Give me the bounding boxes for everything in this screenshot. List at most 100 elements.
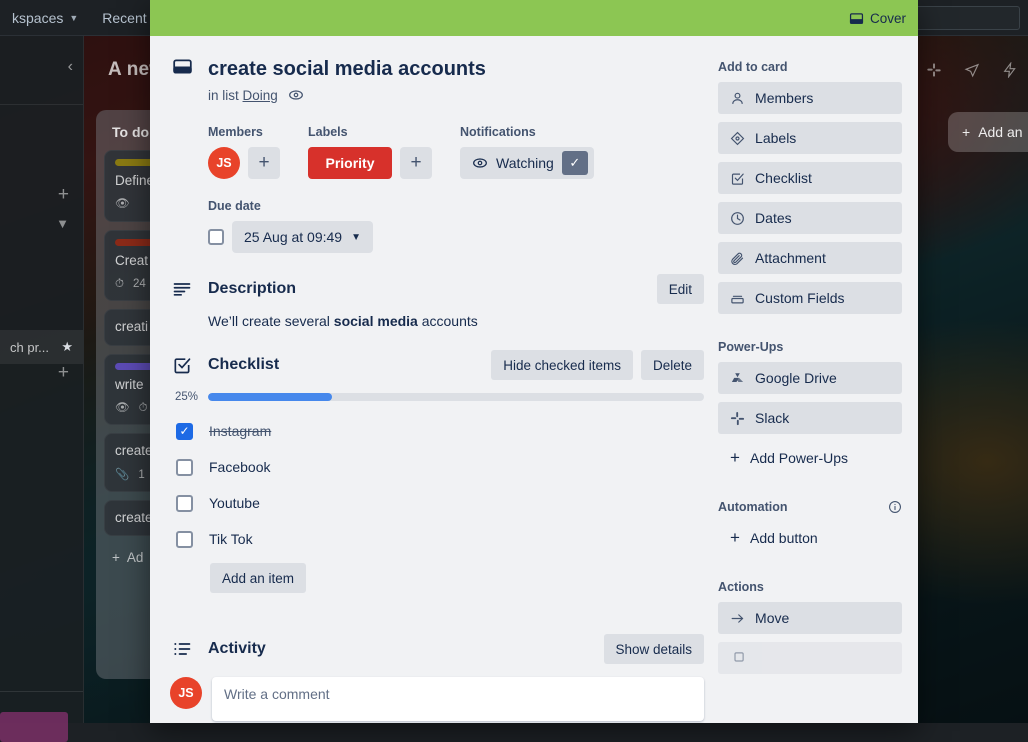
card-subtitle: in list Doing <box>208 87 486 103</box>
checklist-item[interactable]: ✓ Instagram <box>176 413 704 449</box>
sidebar-dates-button[interactable]: Dates <box>718 202 902 234</box>
sidebar-slack-button[interactable]: Slack <box>718 402 902 434</box>
card-cover: Cover <box>150 0 918 36</box>
sidebar-add-board-icon[interactable]: + <box>58 362 69 384</box>
add-label-button[interactable]: + <box>400 147 432 179</box>
add-power-ups-button[interactable]: + Add Power-Ups <box>718 442 902 474</box>
watching-button[interactable]: Watching ✓ <box>460 147 594 179</box>
sidebar-labels-label: Labels <box>755 130 796 146</box>
sidebar-members-label: Members <box>755 90 813 106</box>
sidebar-custom-fields-button[interactable]: Custom Fields <box>718 282 902 314</box>
card-title: create social media accounts <box>208 57 486 82</box>
description-section: Description Edit We’ll create several so… <box>170 279 704 329</box>
description-text-before: We’ll create several <box>208 313 334 329</box>
labels-label: Labels <box>308 125 432 139</box>
activity-title: Activity <box>208 640 266 658</box>
delete-checklist-button[interactable]: Delete <box>641 350 704 380</box>
checklist-checkbox[interactable] <box>176 459 193 476</box>
list-name-link[interactable]: Doing <box>243 88 278 103</box>
checklist-item[interactable]: Facebook <box>176 449 704 485</box>
sidebar-footer-block <box>0 712 68 742</box>
sidebar-labels-button[interactable]: Labels <box>718 122 902 154</box>
send-icon[interactable] <box>964 62 980 78</box>
person-icon <box>730 91 745 106</box>
description-text-bold: social media <box>334 313 418 329</box>
add-card-label: Ad <box>127 550 144 565</box>
arrow-right-icon <box>730 611 745 626</box>
edit-description-button[interactable]: Edit <box>657 274 704 304</box>
comment-input[interactable]: Write a comment <box>212 677 704 721</box>
checklist-progress: 25% <box>170 391 704 403</box>
slack-icon[interactable] <box>926 62 942 78</box>
plus-icon: + <box>962 124 970 140</box>
members-group: Members JS + <box>208 125 280 179</box>
eye-icon: 👁 <box>115 197 130 213</box>
nav-recent[interactable]: Recent <box>90 0 158 36</box>
board-left-sidebar: ‹ + ▼ + ch pr... ★ <box>0 36 84 723</box>
add-member-button[interactable]: + <box>248 147 280 179</box>
info-icon[interactable] <box>888 500 902 514</box>
due-date-button[interactable]: 25 Aug at 09:49 ▼ <box>232 221 373 253</box>
star-icon[interactable]: ★ <box>61 339 73 355</box>
sidebar-move-button[interactable]: Move <box>718 602 902 634</box>
checklist-checkbox[interactable] <box>176 495 193 512</box>
notifications-group: Notifications Watching ✓ <box>460 125 594 179</box>
add-to-card-heading: Add to card <box>718 60 902 74</box>
sidebar-add-icon[interactable]: + <box>58 184 69 206</box>
checklist-icon <box>170 355 194 375</box>
lightning-icon[interactable] <box>1002 62 1018 78</box>
nav-workspaces[interactable]: kspaces ▼ <box>0 0 90 36</box>
label-chip-priority[interactable]: Priority <box>308 147 392 179</box>
sidebar-project-label: ch pr... <box>10 340 49 355</box>
add-automation-button[interactable]: + Add button <box>718 522 902 554</box>
description-title: Description <box>208 280 296 298</box>
sidebar-attachment-button[interactable]: Attachment <box>718 242 902 274</box>
due-date-checkbox[interactable] <box>208 229 224 245</box>
custom-fields-icon <box>730 291 745 306</box>
checklist-checkbox[interactable] <box>176 531 193 548</box>
checklist-item-label: Instagram <box>209 423 271 439</box>
sidebar-divider <box>0 104 83 105</box>
avatar[interactable]: JS <box>208 147 240 179</box>
sidebar-google-drive-button[interactable]: Google Drive <box>718 362 902 394</box>
clock-icon: ⏱ <box>139 401 148 417</box>
sidebar-checklist-button[interactable]: Checklist <box>718 162 902 194</box>
checklist-item[interactable]: Tik Tok <box>176 521 704 557</box>
cover-button-label: Cover <box>870 11 906 26</box>
checklist-checkbox[interactable]: ✓ <box>176 423 193 440</box>
description-text-after: accounts <box>418 313 478 329</box>
checklist-item-label: Tik Tok <box>209 531 253 547</box>
automation-heading-row: Automation <box>718 500 902 514</box>
attachment-icon: 📎 <box>115 468 129 484</box>
eye-icon: 👁 <box>115 401 130 417</box>
notifications-label: Notifications <box>460 125 594 139</box>
show-details-button[interactable]: Show details <box>604 634 705 664</box>
badge-text: 24 <box>133 277 146 293</box>
checklist-item-label: Youtube <box>209 495 260 511</box>
sidebar-checklist-label: Checklist <box>755 170 812 186</box>
label-icon <box>730 131 745 146</box>
progress-bar-fill <box>208 393 332 401</box>
sidebar-copy-button[interactable] <box>718 642 902 674</box>
sidebar-dates-label: Dates <box>755 210 792 226</box>
sidebar-members-button[interactable]: Members <box>718 82 902 114</box>
sidebar-collapse-icon[interactable]: ‹ <box>68 58 73 76</box>
add-another-list-label: Add an <box>978 124 1022 140</box>
power-ups-heading: Power-Ups <box>718 340 902 354</box>
checklist-item[interactable]: Youtube <box>176 485 704 521</box>
checklist-title: Checklist <box>208 356 279 374</box>
avatar[interactable]: JS <box>170 677 202 709</box>
check-icon: ✓ <box>562 151 588 175</box>
automation-heading: Automation <box>718 500 787 514</box>
sidebar-expand-chevron-icon[interactable]: ▼ <box>56 216 69 231</box>
add-checklist-item-button[interactable]: Add an item <box>210 563 306 593</box>
cover-button[interactable]: Cover <box>849 11 906 26</box>
hide-checked-items-button[interactable]: Hide checked items <box>491 350 633 380</box>
add-another-list-button[interactable]: + Add an <box>948 112 1028 152</box>
eye-icon[interactable] <box>288 87 304 103</box>
copy-icon <box>730 651 745 666</box>
sidebar-item-project[interactable]: ch pr... ★ <box>0 330 83 364</box>
sidebar-bottom-divider <box>0 691 83 692</box>
description-text: We’ll create several social media accoun… <box>208 313 704 329</box>
card-title-row: create social media accounts in list Doi… <box>170 56 704 103</box>
